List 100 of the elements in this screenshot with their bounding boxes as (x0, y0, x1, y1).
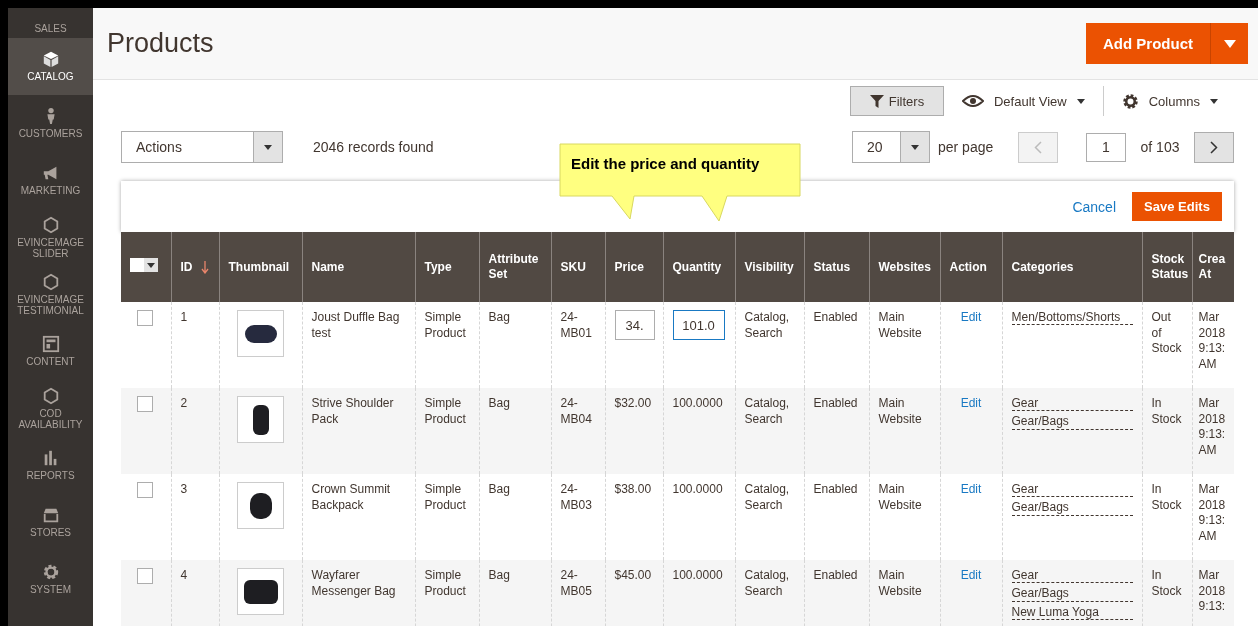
category-link[interactable]: Gear (1011, 396, 1133, 412)
category-link[interactable]: Gear (1011, 482, 1133, 498)
eye-icon (961, 95, 984, 107)
sidebar-item[interactable]: SYSTEM (8, 551, 93, 608)
table-cell: Bag (479, 560, 551, 626)
page-title: Products (107, 28, 215, 59)
column-header[interactable]: Stock Status (1142, 232, 1192, 302)
price-input-field[interactable]: 34. (614, 310, 655, 340)
table-cell: 2 (171, 388, 219, 474)
filters-button[interactable]: Filters (849, 86, 944, 116)
table-cell: Mar 2018 9:13: (1192, 560, 1234, 626)
sidebar-item[interactable]: REPORTS (8, 437, 93, 494)
table-cell: Enabled (804, 560, 869, 626)
table-cell: Simple Product (415, 388, 479, 474)
table-cell: Wayfarer Messenger Bag (302, 560, 415, 626)
column-header[interactable]: Status (804, 232, 869, 302)
category-link[interactable]: Gear (1011, 568, 1133, 584)
edit-link[interactable]: Edit (960, 568, 982, 582)
quantity-input-field[interactable]: 101.0 (672, 310, 725, 340)
table-cell: In Stock (1142, 388, 1192, 474)
table-cell: Main Website (869, 388, 940, 474)
column-header[interactable]: Quantity (663, 232, 735, 302)
box-icon (41, 50, 60, 69)
next-page-button[interactable] (1194, 131, 1234, 163)
sidebar-item[interactable]: MARKETING (8, 152, 93, 209)
table-cell: Bag (479, 388, 551, 474)
columns-dropdown[interactable]: Columns (1117, 92, 1222, 110)
table-cell: Main Website (869, 560, 940, 626)
page-number-field[interactable]: 1 (1086, 132, 1126, 162)
table-cell: In Stock (1142, 560, 1192, 626)
sidebar-item[interactable]: EVINCEMAGE TESTIMONIAL (8, 266, 93, 323)
sidebar-item[interactable]: STORES (8, 494, 93, 551)
caret-icon (264, 144, 272, 150)
table-cell: 4 (171, 560, 219, 626)
filter-icon (869, 94, 884, 108)
row-checkbox[interactable] (137, 568, 153, 584)
save-edits-button[interactable]: Save Edits (1132, 192, 1222, 221)
add-product-button[interactable]: Add Product (1086, 23, 1210, 64)
callout-text: Edit the price and quantity (571, 155, 760, 172)
row-checkbox[interactable] (137, 310, 153, 326)
product-photo-placeholder (237, 482, 284, 529)
category-link[interactable]: Gear/Bags (1011, 500, 1133, 516)
column-header[interactable]: Attribute Set (479, 232, 551, 302)
column-header[interactable]: Type (415, 232, 479, 302)
edit-link[interactable]: Edit (960, 482, 982, 496)
column-header[interactable]: Thumbnail (219, 232, 302, 302)
row-checkbox[interactable] (137, 396, 153, 412)
storefront-icon (41, 506, 60, 525)
table-cell: 24-MB05 (551, 560, 605, 626)
hexagon-icon (41, 386, 60, 405)
column-header[interactable]: Categories (1002, 232, 1142, 302)
column-header[interactable]: ID (171, 232, 219, 302)
edit-link[interactable]: Edit (960, 310, 982, 324)
category-link[interactable]: Men/Bottoms/Shorts (1011, 310, 1133, 326)
settings-icon (1121, 92, 1139, 110)
column-header[interactable]: Price (605, 232, 663, 302)
column-header[interactable]: SKU (551, 232, 605, 302)
table-cell: Enabled (804, 388, 869, 474)
table-cell: 100.0000 (663, 560, 735, 626)
sort-arrow-icon (200, 260, 209, 274)
previous-page-button[interactable] (1018, 131, 1058, 163)
table-cell: 100.0000 (663, 388, 735, 474)
layout-icon (41, 335, 60, 354)
caret-icon (1223, 39, 1236, 48)
sidebar-item[interactable]: EVINCEMAGE SLIDER (8, 209, 93, 266)
table-cell: Mar 2018 9:13: AM (1192, 388, 1234, 474)
sidebar-item[interactable]: CATALOG (8, 38, 93, 95)
per-page-dropdown[interactable]: 20 (852, 131, 930, 163)
sidebar-item[interactable]: SALES (8, 8, 93, 38)
table-cell: $45.00 (605, 560, 663, 626)
product-photo-placeholder (237, 396, 284, 443)
dropdown-toggle[interactable] (1210, 23, 1248, 64)
category-link[interactable]: Gear/Bags (1011, 414, 1133, 430)
row-checkbox[interactable] (137, 482, 153, 498)
table-cell: Catalog, Search (735, 560, 804, 626)
table-cell: Catalog, Search (735, 388, 804, 474)
sidebar-item[interactable]: CONTENT (8, 323, 93, 380)
edit-link[interactable]: Edit (960, 396, 982, 410)
sidebar-item[interactable]: CUSTOMERS (8, 95, 93, 152)
category-link[interactable]: Gear/Bags (1011, 586, 1133, 602)
hexagon-icon (41, 272, 60, 291)
table-cell: 24-MB04 (551, 388, 605, 474)
view-dropdown[interactable]: Default View (957, 93, 1089, 109)
column-header[interactable]: Visibility (735, 232, 804, 302)
actions-dropdown[interactable]: Actions (121, 131, 283, 163)
sidebar-item[interactable]: COD AVAILABILITY (8, 380, 93, 437)
column-header[interactable] (121, 232, 171, 302)
column-header[interactable]: Crea At (1192, 232, 1234, 302)
caret-icon (1076, 98, 1085, 104)
column-header[interactable]: Name (302, 232, 415, 302)
caret-icon (911, 144, 919, 150)
column-header[interactable]: Websites (869, 232, 940, 302)
mass-select-dropdown[interactable] (130, 258, 158, 272)
caret-icon (1210, 98, 1218, 104)
category-link[interactable]: New Luma Yoga (1011, 604, 1133, 621)
records-count: 2046 records found (313, 139, 434, 155)
cancel-link[interactable]: Cancel (1072, 198, 1116, 215)
table-cell: Simple Product (415, 560, 479, 626)
column-header[interactable]: Action (940, 232, 1002, 302)
table-cell: $32.00 (605, 388, 663, 474)
